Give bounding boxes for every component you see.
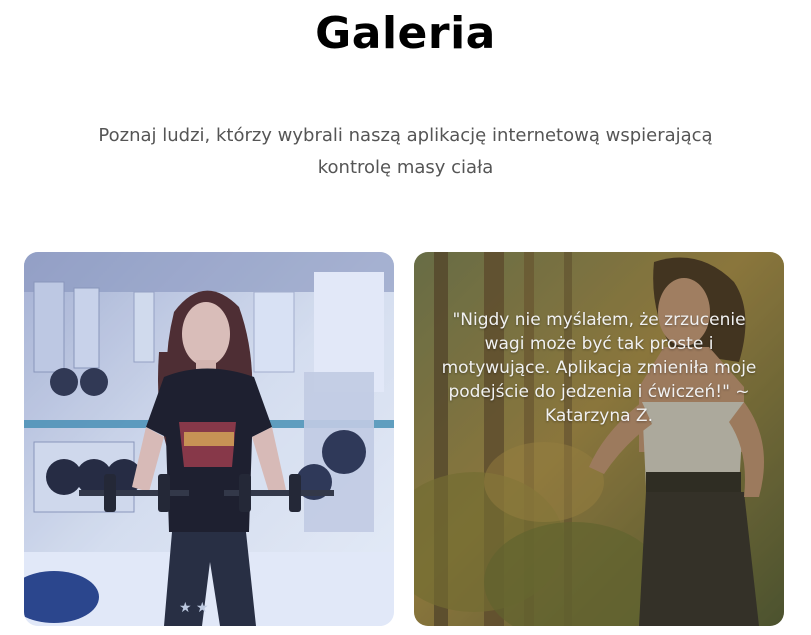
gallery-card-gym: ★ ★ xyxy=(24,252,394,626)
gallery-title: Galeria xyxy=(315,8,496,59)
gallery-subtitle: Poznaj ludzi, którzy wybrali naszą aplik… xyxy=(98,125,713,178)
testimonial-quote: "Nigdy nie myślałem, że zrzucenie wagi m… xyxy=(441,310,757,426)
gym-photo: ★ ★ xyxy=(24,252,394,626)
gallery-card-runner: "Nigdy nie myślałem, że zrzucenie wagi m… xyxy=(414,252,784,626)
